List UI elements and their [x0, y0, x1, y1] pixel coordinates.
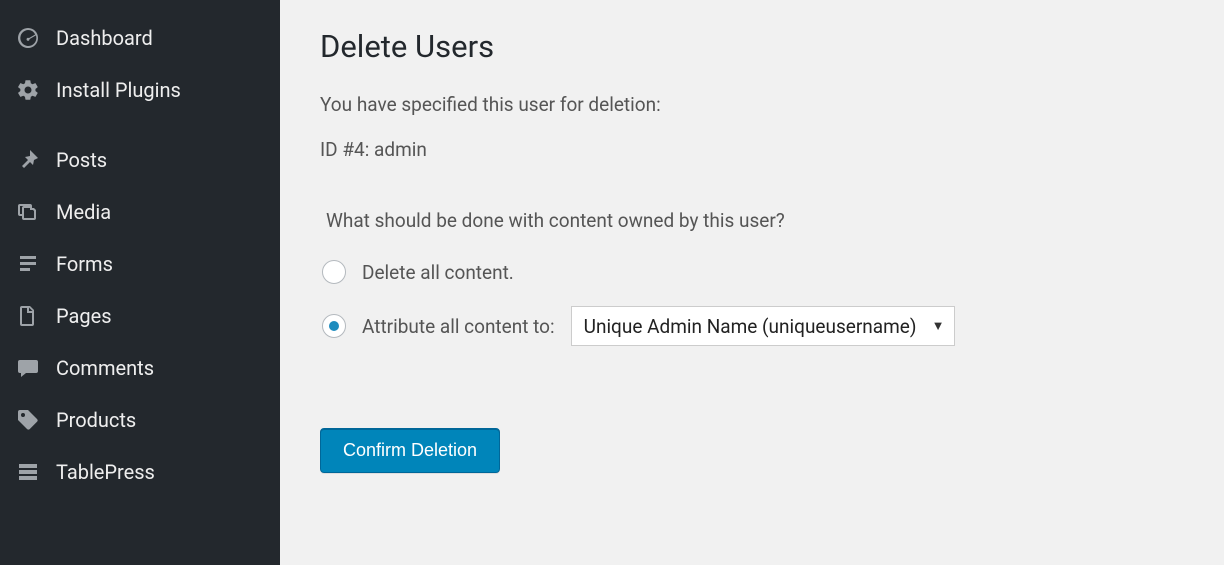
- admin-sidebar: Dashboard Install Plugins Posts Media Fo…: [0, 0, 280, 565]
- sidebar-item-label: Dashboard: [56, 26, 153, 50]
- option-attribute-row: Attribute all content to: Unique Admin N…: [320, 306, 1184, 346]
- option-delete-row: Delete all content.: [320, 260, 1184, 284]
- sidebar-item-label: Media: [56, 200, 111, 224]
- user-deletion-line: ID #4: admin: [320, 138, 1184, 161]
- forms-icon: [14, 251, 42, 277]
- sidebar-item-install-plugins[interactable]: Install Plugins: [0, 64, 280, 116]
- tag-icon: [14, 407, 42, 433]
- main-content: Delete Users You have specified this use…: [280, 0, 1224, 565]
- sidebar-item-pages[interactable]: Pages: [0, 290, 280, 342]
- radio-attribute[interactable]: [322, 314, 346, 338]
- sidebar-item-forms[interactable]: Forms: [0, 238, 280, 290]
- option-attribute-label: Attribute all content to:: [362, 315, 555, 338]
- sidebar-item-tablepress[interactable]: TablePress: [0, 446, 280, 498]
- sidebar-item-label: Pages: [56, 304, 112, 328]
- attribute-user-select[interactable]: Unique Admin Name (uniqueusername) ▼: [571, 306, 956, 346]
- radio-delete-all[interactable]: [322, 260, 346, 284]
- dashboard-icon: [14, 25, 42, 51]
- content-question: What should be done with content owned b…: [320, 209, 1184, 232]
- sidebar-item-media[interactable]: Media: [0, 186, 280, 238]
- comment-icon: [14, 355, 42, 381]
- sidebar-item-label: Posts: [56, 148, 107, 172]
- sidebar-item-label: Comments: [56, 356, 154, 380]
- sidebar-spacer: [0, 116, 280, 134]
- confirm-deletion-button[interactable]: Confirm Deletion: [320, 428, 500, 473]
- sidebar-item-comments[interactable]: Comments: [0, 342, 280, 394]
- sidebar-item-label: Products: [56, 408, 136, 432]
- select-value: Unique Admin Name (uniqueusername): [584, 315, 917, 338]
- lead-text: You have specified this user for deletio…: [320, 93, 1184, 116]
- sidebar-item-dashboard[interactable]: Dashboard: [0, 12, 280, 64]
- pin-icon: [14, 147, 42, 173]
- sidebar-item-label: TablePress: [56, 460, 155, 484]
- page-title: Delete Users: [320, 28, 1184, 65]
- option-delete-label: Delete all content.: [362, 261, 514, 284]
- sidebar-item-products[interactable]: Products: [0, 394, 280, 446]
- sidebar-item-posts[interactable]: Posts: [0, 134, 280, 186]
- table-icon: [14, 459, 42, 485]
- pages-icon: [14, 303, 42, 329]
- chevron-down-icon: ▼: [932, 318, 945, 334]
- gear-icon: [14, 77, 42, 103]
- media-icon: [14, 199, 42, 225]
- sidebar-item-label: Install Plugins: [56, 78, 181, 102]
- sidebar-item-label: Forms: [56, 252, 113, 276]
